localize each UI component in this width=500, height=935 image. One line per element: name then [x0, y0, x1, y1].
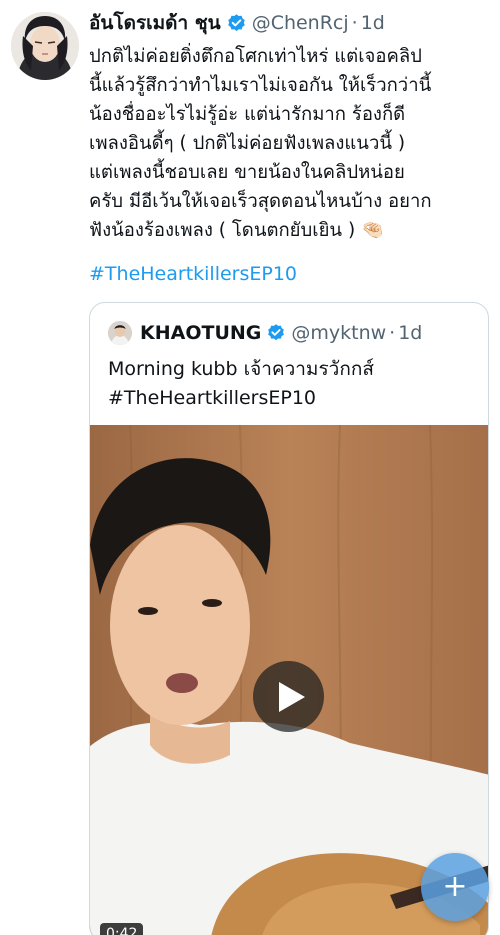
separator-dot: ·: [351, 12, 358, 34]
hashtag-link[interactable]: #TheHeartkillersEP10: [89, 263, 297, 285]
quoted-tweet-header: KHAOTUNG @myktnw · 1d: [108, 319, 422, 347]
author-avatar[interactable]: [11, 12, 79, 80]
quoted-author-handle: @myktnw: [291, 322, 387, 344]
quoted-author-name: KHAOTUNG: [140, 322, 262, 344]
quoted-tweet-timestamp: 1d: [398, 322, 423, 344]
tweet-text-line: ปกติไม่ค่อยติ่งตึกอโศกเท่าไหร่ แต่เจอคลิ…: [89, 46, 422, 67]
plus-icon: +: [442, 869, 468, 904]
quoted-tweet-card[interactable]: KHAOTUNG @myktnw · 1d Morning kubb เจ้าค…: [89, 302, 489, 935]
play-button[interactable]: [253, 661, 324, 732]
video-player[interactable]: 0:42: [90, 425, 488, 935]
play-icon: [278, 681, 305, 712]
compose-button[interactable]: +: [421, 853, 489, 921]
author-name[interactable]: อันโดรเมด้า ชุน: [89, 8, 221, 38]
tweet-header: อันโดรเมด้า ชุน @ChenRcj · 1d: [89, 8, 494, 38]
quoted-author-avatar: [108, 321, 132, 345]
tweet[interactable]: อันโดรเมด้า ชุน @ChenRcj · 1d ปกติไม่ค่อ…: [0, 0, 500, 935]
quoted-tweet-text-line: #TheHeartkillersEP10: [108, 387, 317, 409]
tweet-text-line: นี้แล้วรู้สึกว่าทำไมเราไม่เจอกัน ให้เร็ว…: [89, 75, 432, 96]
tweet-text-line: แต่เพลงนี้ชอบเลย ขายน้องในคลิปหน่อย: [89, 162, 405, 183]
verified-badge-icon: [227, 13, 245, 31]
tweet-text-line: ฟังน้องร้องเพลง ( โดนตกยับเยิน ) 🤏🏻: [89, 220, 385, 241]
video-duration: 0:42: [100, 923, 144, 935]
separator-dot: ·: [389, 322, 396, 344]
tweet-timestamp[interactable]: 1d: [361, 12, 385, 34]
verified-badge-icon: [268, 324, 285, 341]
author-handle[interactable]: @ChenRcj: [252, 12, 349, 34]
quoted-tweet-text-line: Morning kubb เจ้าความรวักกส์: [108, 358, 374, 380]
tweet-text-line: ครับ มีอีเว้นให้เจอเร็วสุดตอนไหนบ้าง อยา…: [89, 191, 432, 212]
tweet-text: ปกติไม่ค่อยติ่งตึกอโศกเท่าไหร่ แต่เจอคลิ…: [89, 42, 493, 245]
tweet-text-line: น้องชื่ออะไรไม่รู้อ่ะ แต่น่ารักมาก ร้องก…: [89, 104, 406, 125]
quoted-tweet-text: Morning kubb เจ้าความรวักกส์ #TheHeartki…: [108, 355, 478, 413]
tweet-text-line: เพลงอินดี้ๆ ( ปกติไม่ค่อยฟังเพลงแนวนี้ ): [89, 133, 406, 154]
